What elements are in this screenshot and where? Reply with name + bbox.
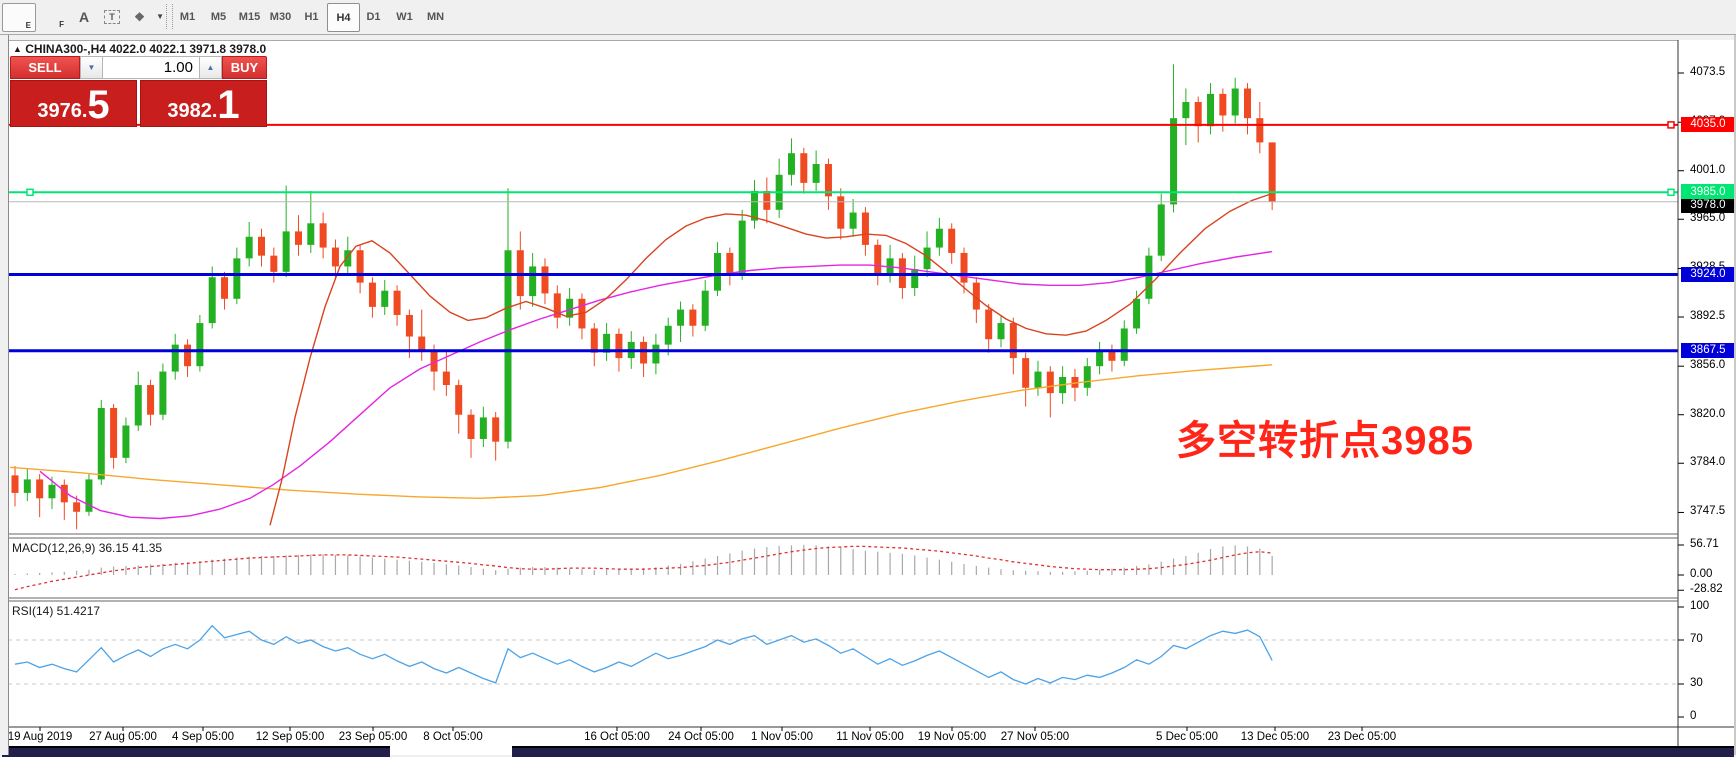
symbol-ohlc: 4022.0 4022.1 3971.8 3978.0 (109, 42, 267, 56)
docked-panel-edge-left (2, 746, 390, 757)
text-label-icon: A (78, 8, 90, 25)
top-toolbar: E F A T ❖ ▼ M1 M5 M15 M30 H1 H4 D1 W1 MN (0, 0, 1736, 35)
buy-button[interactable]: BUY (222, 56, 267, 79)
volume-increase-button[interactable]: ▲ (199, 56, 222, 79)
symbol-name: CHINA300-,H4 (25, 42, 106, 56)
timeframe-button-m15[interactable]: M15 (234, 3, 265, 30)
hline-handle[interactable] (26, 188, 34, 197)
sell-price-main: 3976 (37, 100, 82, 122)
window-left-frame (0, 34, 9, 755)
sell-price-big-digit: 5 (87, 83, 110, 127)
buy-price-main: 3982 (167, 100, 212, 122)
timeframe-button-w1[interactable]: W1 (389, 3, 420, 30)
text-box-icon: T (104, 9, 120, 24)
buy-price-big-digit: 1 (217, 83, 240, 127)
docked-panel-edge-right (512, 746, 1734, 757)
timeframe-button-m30[interactable]: M30 (265, 3, 296, 30)
timeframe-button-h1[interactable]: H1 (296, 3, 327, 30)
one-click-trade-panel: SELL ▼ ▲ BUY 3976.5 3982.1 (10, 56, 267, 127)
grid-icon: F (59, 19, 64, 29)
text-label-button[interactable]: A (70, 3, 98, 30)
cursor-tool-button[interactable]: ❖ ▼ (126, 3, 164, 30)
buy-price-box[interactable]: 3982. 1 (140, 80, 267, 127)
hline-handle[interactable] (1667, 188, 1675, 197)
volume-input[interactable] (103, 56, 199, 79)
hline-handle[interactable] (1667, 121, 1675, 129)
timeframe-button-d1[interactable]: D1 (358, 3, 389, 30)
chart-annotation-text[interactable]: 多空转折点3985 (1176, 408, 1474, 466)
collapse-triangle-icon[interactable]: ▲ (13, 44, 22, 54)
sell-button[interactable]: SELL (10, 56, 80, 79)
grid-button[interactable]: F (38, 3, 66, 30)
chart-edit-button[interactable]: E (2, 3, 36, 32)
chart-symbol-header: ▲ CHINA300-,H4 4022.0 4022.1 3971.8 3978… (13, 42, 266, 56)
timeframe-button-m1[interactable]: M1 (172, 3, 203, 30)
volume-decrease-button[interactable]: ▼ (80, 56, 103, 79)
chevron-down-icon[interactable]: ▼ (156, 12, 164, 21)
timeframe-button-h4[interactable]: H4 (327, 3, 360, 32)
chart-edit-icon: E (25, 20, 31, 30)
timeframe-button-m5[interactable]: M5 (203, 3, 234, 30)
text-box-button[interactable]: T (98, 3, 126, 30)
cursor-icon: ❖ (134, 9, 145, 24)
sell-price-box[interactable]: 3976. 5 (10, 80, 137, 127)
timeframe-button-mn[interactable]: MN (420, 3, 451, 30)
